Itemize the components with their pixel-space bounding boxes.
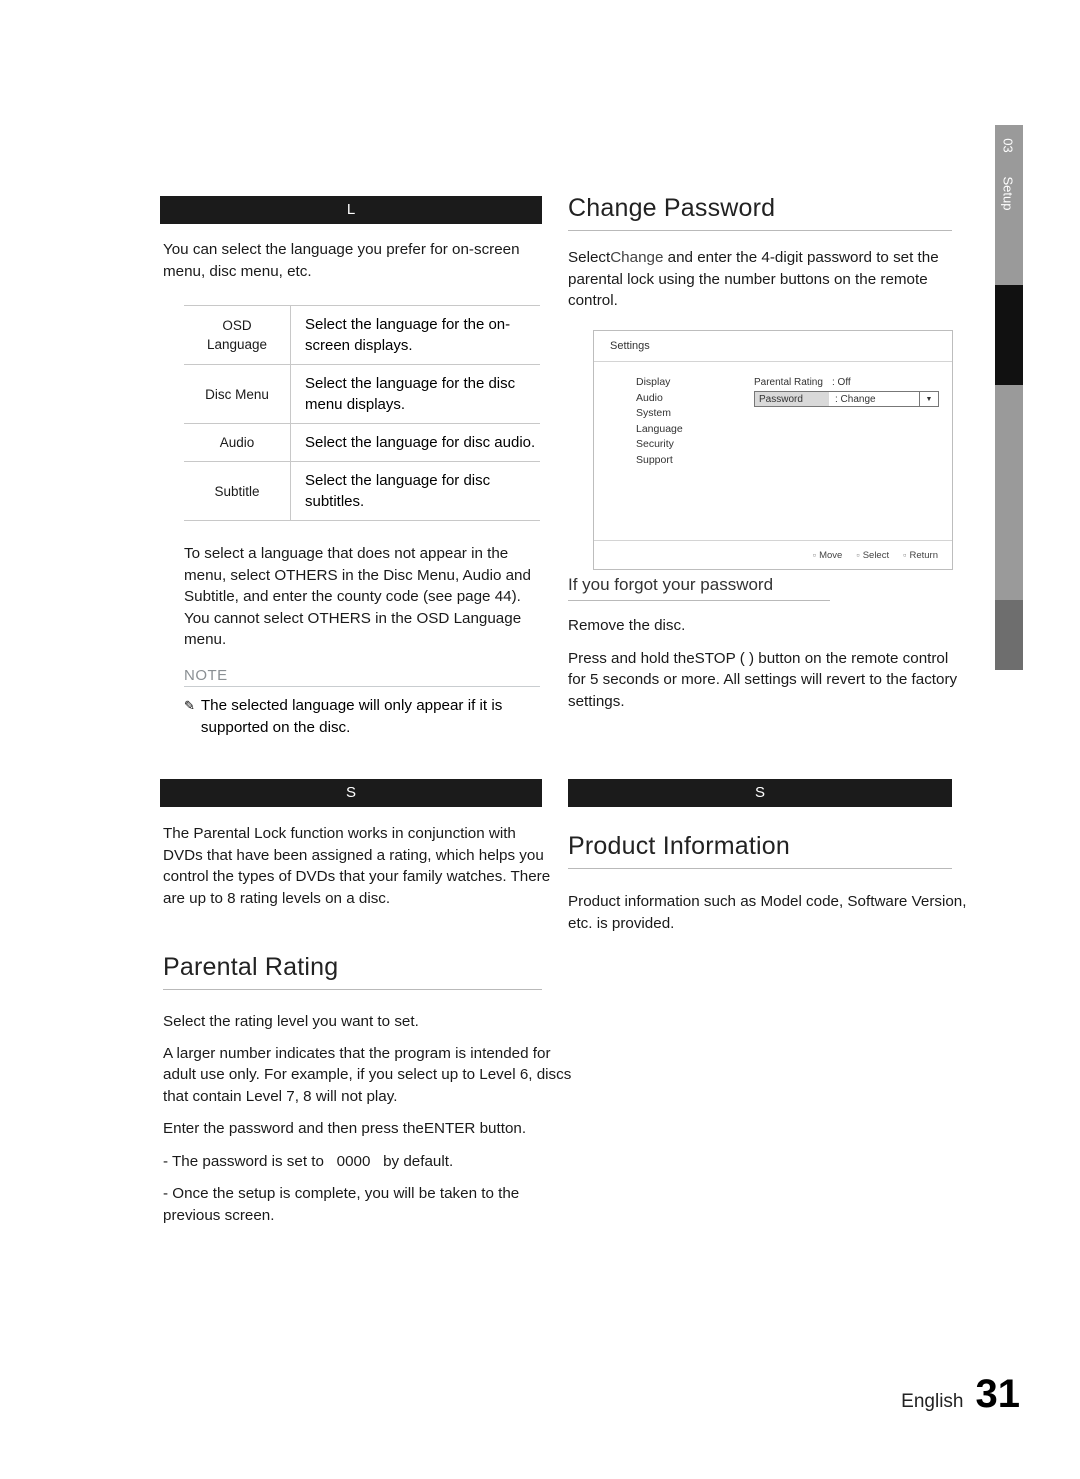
footer-hint-return: ▫ Return [903,550,938,561]
select-icon: ▫ [856,550,860,561]
settings-row-label: Parental Rating [754,377,823,388]
side-tab-chapter-label: Setup [1000,176,1016,211]
product-information-text: Product information such as Model code, … [568,893,967,932]
settings-menu-item-system[interactable]: System [636,406,683,422]
settings-row-value: : Change [835,393,876,405]
section-bar-security: S [160,779,542,807]
page-footer: English 31 [901,1372,1020,1417]
table-cell-value: Select the language for disc audio. [290,423,540,462]
change-password-heading: Change Password [568,194,952,231]
footer-hint-move: ▫ Move [813,550,843,561]
footer-hint-select-label: Select [862,550,890,561]
default-password-value: 0000 [336,1152,371,1170]
settings-menu-item-audio[interactable]: Audio [636,391,683,407]
footer-hint-select: ▫ Select [856,550,889,561]
note-heading: NOTE [184,667,540,687]
footer-hint-move-label: Move [819,550,843,561]
key-line-1: OSD [222,318,252,333]
settings-menu-item-security[interactable]: Security [636,437,683,453]
parental-rating-p1: Select the rating level you want to set. [163,1013,419,1030]
change-password-text-a: Select [568,249,611,266]
table-row: Disc Menu Select the language for the di… [184,364,540,424]
table-cell-value: Select the language for the disc menu di… [290,364,540,424]
footer-hint-return-label: Return [909,550,938,561]
move-icon: ▫ [812,550,817,561]
parental-lock-intro: The Parental Lock function works in conj… [163,825,551,907]
table-row: OSD Language Select the language for the… [184,305,540,365]
table-cell-value: Select the language for the on-screen di… [290,305,540,365]
table-cell-key: Subtitle [184,461,291,521]
parental-rating-p2: A larger number indicates that the progr… [163,1044,572,1105]
product-information-heading: Product Information [568,832,952,869]
pencil-icon: ✎ [184,698,195,713]
settings-screen-mock: Settings Display Audio System Language S… [593,330,953,570]
chevron-down-icon[interactable]: ▼ [919,392,938,406]
key-line-2: Language [206,337,268,352]
stop-button-glyph: ( ) [739,649,755,667]
settings-footer-hints: ▫ Move ▫ Select ▫ Return [813,550,938,561]
language-intro-text: You can select the language you prefer f… [163,241,520,280]
table-row: Subtitle Select the language for disc su… [184,461,540,521]
return-icon: ▫ [903,550,907,561]
settings-menu-item-display[interactable]: Display [636,375,683,391]
footer-page-number: 31 [975,1372,1021,1416]
side-tab-black-segment [995,285,1023,385]
parental-rating-bullet-2: - Once the setup is complete, you will b… [163,1185,520,1224]
others-language-note: To select a language that does not appea… [184,545,531,648]
settings-row-password[interactable]: Password : Change ▼ [754,391,939,407]
settings-screen-title: Settings [610,340,650,352]
forgot-password-p1: Remove the disc. [568,617,686,634]
table-row: Audio Select the language for disc audio… [184,423,540,462]
side-tab-chapter-number: 03 [1000,138,1016,153]
settings-option-rows: Parental Rating : Off Password : Change … [754,375,939,407]
change-keyword: Change [610,249,664,266]
parental-rating-p3: Enter the password and then press theENT… [163,1118,575,1140]
forgot-password-p2: Press and hold theSTOP ( ) button on the… [568,648,958,713]
side-tab-dark-segment [995,600,1023,670]
section-bar-support: S [568,779,952,807]
table-cell-key: Disc Menu [184,364,291,424]
settings-footer-divider [594,540,952,541]
settings-menu-item-language[interactable]: Language [636,422,683,438]
note-text: The selected language will only appear i… [200,697,503,736]
forgot-password-heading: If you forgot your password [568,575,830,601]
stop-button-label: STOP [694,649,736,667]
bullet-1-b: by default. [383,1152,454,1170]
settings-menu-list: Display Audio System Language Security S… [636,375,683,468]
settings-menu-item-support[interactable]: Support [636,453,683,469]
table-cell-key: OSD Language [184,305,291,365]
settings-screen-divider [594,361,952,362]
note-body: ✎ The selected language will only appear… [184,695,540,738]
forgot-p2-a: Press and hold the [568,649,695,667]
language-options-table: OSD Language Select the language for the… [184,305,540,521]
settings-row-label: Password [755,392,829,406]
table-cell-value: Select the language for disc subtitles. [290,461,540,521]
enter-button-label: ENTER [423,1120,476,1137]
footer-language: English [901,1391,964,1412]
settings-row-parental-rating[interactable]: Parental Rating : Off [754,375,939,390]
change-password-text: SelectChange and enter the 4-digit passw… [568,247,956,312]
bullet-1-a: - The password is set to [163,1152,324,1170]
section-bar-language: L [160,196,542,224]
table-cell-key: Audio [184,423,291,462]
parental-rating-p3-a: Enter the password and then press the [163,1120,424,1137]
settings-row-value: : Off [832,377,851,388]
parental-rating-heading: Parental Rating [163,953,542,990]
parental-rating-bullet-1: - The password is set to 0000 by default… [163,1151,575,1173]
parental-rating-p3-b: button. [479,1120,527,1137]
